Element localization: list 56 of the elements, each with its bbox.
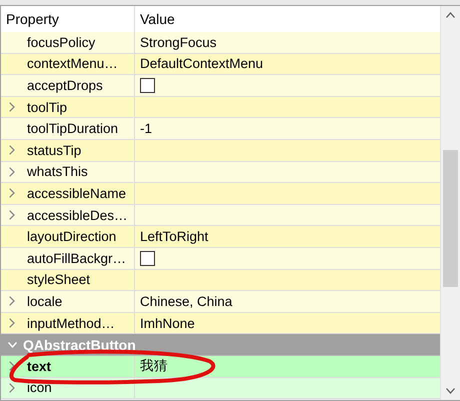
property-value: StrongFocus (140, 34, 217, 50)
property-name: accessibleDes… (27, 208, 128, 223)
chevron-right-icon[interactable] (9, 102, 15, 112)
chevron-right-icon[interactable] (9, 188, 15, 198)
property-row[interactable]: focusPolicy StrongFocus (1, 32, 440, 54)
property-row[interactable]: acceptDrops (1, 75, 440, 97)
property-name: contextMenu… (27, 56, 118, 72)
property-row[interactable]: accessibleDes… (1, 204, 440, 226)
property-row[interactable]: statusTip (1, 140, 440, 162)
property-value: ImhNone (140, 316, 195, 331)
property-name: icon (27, 380, 52, 396)
property-name: accessibleName (27, 186, 126, 201)
chevron-right-icon[interactable] (9, 210, 15, 220)
property-value: -1 (140, 121, 152, 136)
chevron-down-icon[interactable] (8, 342, 16, 348)
property-value: 我猜 (140, 357, 168, 376)
checkbox[interactable] (140, 250, 155, 266)
property-name: acceptDrops (27, 78, 103, 93)
property-name: inputMethod… (27, 316, 115, 331)
property-row[interactable]: whatsThis (1, 162, 440, 184)
scrollbar[interactable] (440, 6, 460, 400)
property-name: styleSheet (27, 272, 90, 288)
chevron-right-icon[interactable] (9, 145, 15, 156)
property-row[interactable]: styleSheet (1, 270, 440, 292)
property-row[interactable]: contextMenu… DefaultContextMenu (1, 54, 440, 76)
chevron-right-icon[interactable] (9, 166, 15, 177)
chevron-right-icon[interactable] (9, 318, 15, 328)
property-name: toolTip (27, 100, 68, 115)
property-name: statusTip (27, 142, 82, 158)
checkbox[interactable] (140, 78, 155, 93)
property-value: Chinese, China (140, 294, 232, 309)
group-title: QAbstractButton (23, 336, 136, 353)
property-row[interactable]: text 我猜 (1, 356, 440, 378)
property-value: DefaultContextMenu (140, 56, 264, 72)
property-row[interactable]: locale Chinese, China (1, 291, 440, 313)
scroll-down-icon[interactable] (446, 388, 455, 394)
property-name: focusPolicy (27, 34, 96, 50)
property-row[interactable]: layoutDirection LeftToRight (1, 226, 440, 248)
scrollbar-thumb[interactable] (443, 150, 458, 287)
property-name: text (27, 358, 52, 374)
property-row[interactable]: autoFillBackgr… (1, 248, 440, 270)
property-name: whatsThis (27, 164, 88, 180)
property-row[interactable]: toolTip (1, 96, 440, 118)
property-row[interactable]: toolTipDuration -1 (1, 118, 440, 140)
property-name: autoFillBackgr… (27, 250, 126, 266)
chevron-right-icon[interactable] (9, 382, 15, 393)
chevron-right-icon[interactable] (9, 361, 15, 372)
property-name: locale (27, 294, 62, 309)
column-header: Value (139, 11, 175, 27)
chevron-right-icon[interactable] (9, 296, 15, 306)
property-name: toolTipDuration (27, 121, 118, 136)
property-value: LeftToRight (140, 229, 208, 244)
property-row[interactable]: accessibleName (1, 183, 440, 205)
scroll-up-icon[interactable] (446, 12, 455, 18)
property-row[interactable]: inputMethod… ImhNone (1, 312, 440, 334)
property-name: layoutDirection (27, 229, 116, 244)
